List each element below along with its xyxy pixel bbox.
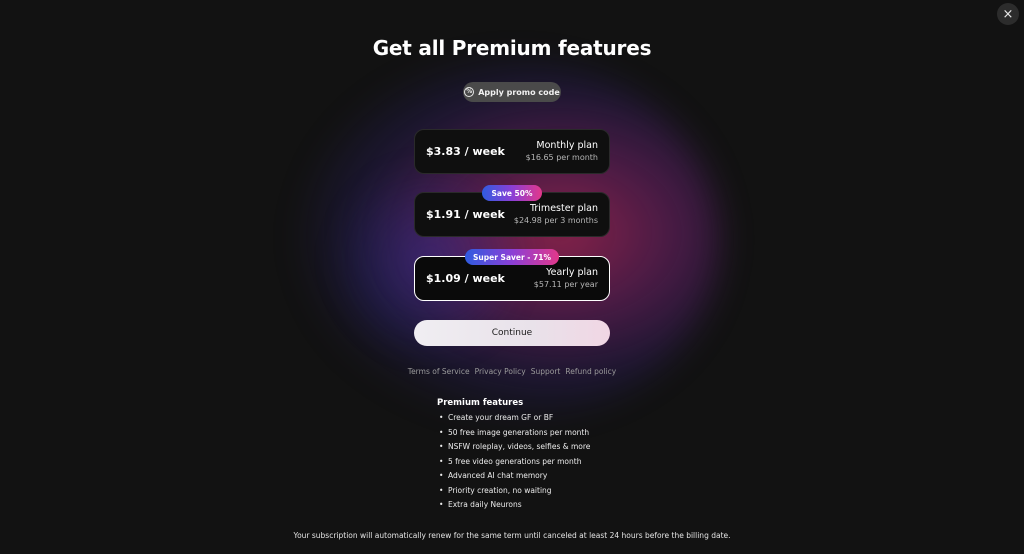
feature-item: 5 free video generations per month [437, 455, 657, 470]
feature-item: NSFW roleplay, videos, selfies & more [437, 440, 657, 455]
close-icon: × [1002, 6, 1014, 22]
plan-name: Monthly plan [536, 140, 598, 151]
percent-icon: % [464, 87, 475, 97]
feature-item: Extra daily Neurons [437, 498, 657, 513]
plan-price: $3.83 / week [426, 145, 505, 158]
premium-features: Premium features Create your dream GF or… [437, 398, 657, 513]
feature-item: Priority creation, no waiting [437, 484, 657, 499]
footer-links: Terms of Service Privacy Policy Support … [0, 367, 1024, 376]
plan-subprice: $57.11 per year [533, 280, 598, 289]
refund-policy-link[interactable]: Refund policy [565, 367, 616, 376]
continue-button[interactable]: Continue [414, 320, 610, 346]
plan-monthly[interactable]: $3.83 / week Monthly plan $16.65 per mon… [414, 129, 610, 174]
promo-label: Apply promo code [478, 87, 560, 97]
terms-of-service-link[interactable]: Terms of Service [408, 367, 470, 376]
plan-name: Trimester plan [529, 203, 598, 214]
plan-details: Yearly plan $57.11 per year [534, 266, 598, 291]
plan-name: Yearly plan [546, 267, 598, 278]
feature-item: Create your dream GF or BF [437, 411, 657, 426]
save-badge: Save 50% [482, 185, 542, 201]
privacy-policy-link[interactable]: Privacy Policy [475, 367, 526, 376]
support-link[interactable]: Support [531, 367, 561, 376]
renewal-disclaimer: Your subscription will automatically ren… [293, 531, 731, 540]
plan-details: Trimester plan $24.98 per 3 months [514, 202, 598, 227]
plan-price: $1.09 / week [426, 272, 505, 285]
features-list: Create your dream GF or BF 50 free image… [437, 411, 657, 513]
super-saver-badge: Super Saver - 71% [465, 249, 559, 265]
feature-item: Advanced AI chat memory [437, 469, 657, 484]
page-title: Get all Premium features [372, 36, 652, 60]
features-title: Premium features [437, 398, 524, 408]
plan-details: Monthly plan $16.65 per month [526, 139, 598, 164]
premium-page: × Get all Premium features % Apply promo… [0, 0, 1024, 554]
plan-subprice: $24.98 per 3 months [513, 216, 598, 225]
plan-subprice: $16.65 per month [525, 153, 598, 162]
apply-promo-code-button[interactable]: % Apply promo code [463, 82, 561, 102]
close-button[interactable]: × [997, 3, 1019, 25]
plan-price: $1.91 / week [426, 208, 505, 221]
feature-item: 50 free image generations per month [437, 426, 657, 441]
